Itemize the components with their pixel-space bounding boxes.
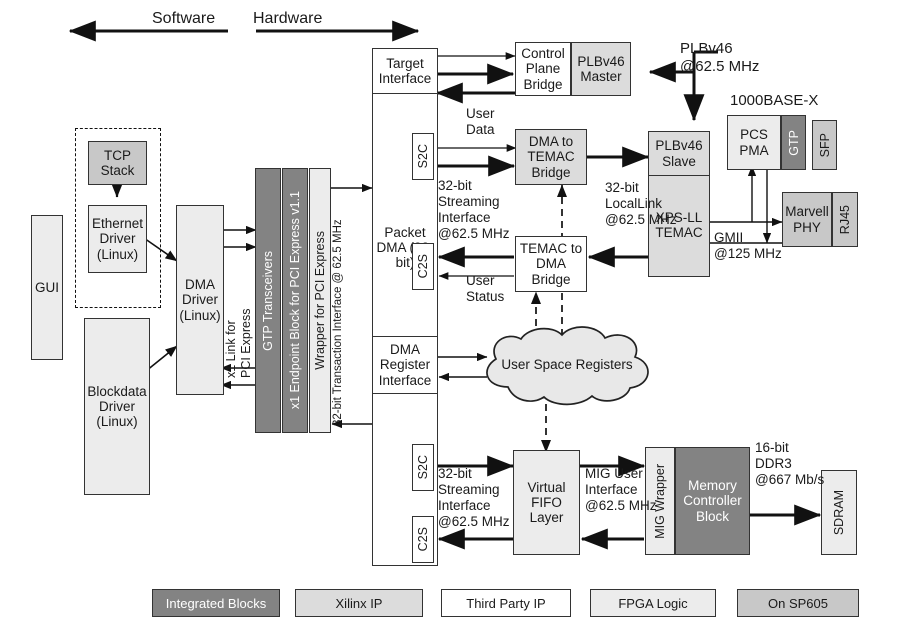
annotation-streaming-top: 32-bit Streaming Interface @62.5 MHz [438,178,510,241]
block-endpoint-block-pcie: x1 Endpoint Block for PCI Express v1.1 [282,168,308,433]
block-plbv46-master: PLBv46 Master [571,42,631,96]
annotation-user-status: User Status [466,273,505,304]
block-dma-driver: DMA Driver (Linux) [176,205,224,395]
annotation-locallink: 32-bit LocalLink @62.5 MHz [605,180,677,227]
legend-item-fpga-logic: FPGA Logic [590,589,716,617]
annotation-streaming-bottom: 32-bit Streaming Interface @62.5 MHz [438,466,510,529]
block-wrapper-pcie: Wrapper for PCI Express [309,168,331,433]
block-ethernet-driver: Ethernet Driver (Linux) [88,205,147,273]
block-control-plane-bridge: Control Plane Bridge [515,42,571,96]
annotation-1000base-x: 1000BASE-X [730,92,819,109]
user-space-registers-label: User Space Registers [501,357,633,372]
block-sdram: SDRAM [821,470,857,555]
block-memory-controller-block: Memory Controller Block [675,447,750,555]
annotation-plbv46-clock: PLBv46 @62.5 MHz [680,40,760,75]
block-blockdata-driver: Blockdata Driver (Linux) [84,318,150,495]
block-tcp-stack: TCP Stack [88,141,147,185]
port-c2s-bottom: C2S [412,516,434,563]
block-virtual-fifo-layer: Virtual FIFO Layer [513,450,580,555]
legend-item-third-party-ip: Third Party IP [441,589,571,617]
diagram-canvas: Software Hardware GUI TCP Stack Ethernet… [0,0,907,623]
annotation-gmii: GMII @125 MHz [714,230,782,261]
annotation-x1-link-pcie: x1 Link for PCI Express [224,308,253,378]
legend-item-on-sp605: On SP605 [737,589,859,617]
legend-item-xilinx-ip: Xilinx IP [295,589,423,617]
block-marvell-phy: Marvell PHY [782,192,832,247]
port-s2c-bottom: S2C [412,444,434,491]
block-dma-to-temac-bridge: DMA to TEMAC Bridge [515,129,587,185]
annotation-user-data: User Data [466,106,495,137]
block-rj45: RJ45 [832,192,858,247]
port-s2c-top: S2C [412,133,434,180]
block-user-space-registers: User Space Registers [474,325,660,407]
block-dma-register-interface: DMA Register Interface [372,336,438,394]
block-sfp: SFP [812,120,837,170]
block-gtp: GTP [781,115,806,170]
annotation-mig-user-interface: MIG User Interface @62.5 MHz [585,466,657,513]
block-target-interface: Target Interface [372,48,438,94]
block-temac-to-dma-bridge: TEMAC to DMA Bridge [515,236,587,292]
annotation-ddr3: 16-bit DDR3 @667 Mb/s [755,440,825,487]
block-plbv46-slave: PLBv46 Slave [648,131,710,176]
annotation-transaction-interface: 32-bit Transaction Interface @ 62.5 MHz [332,219,344,426]
block-gui: GUI [31,215,63,360]
legend-item-integrated-blocks: Integrated Blocks [152,589,280,617]
block-pcs-pma: PCS PMA [727,115,781,170]
port-c2s-top: C2S [412,243,434,290]
block-gtp-transceivers: GTP Transceivers [255,168,281,433]
